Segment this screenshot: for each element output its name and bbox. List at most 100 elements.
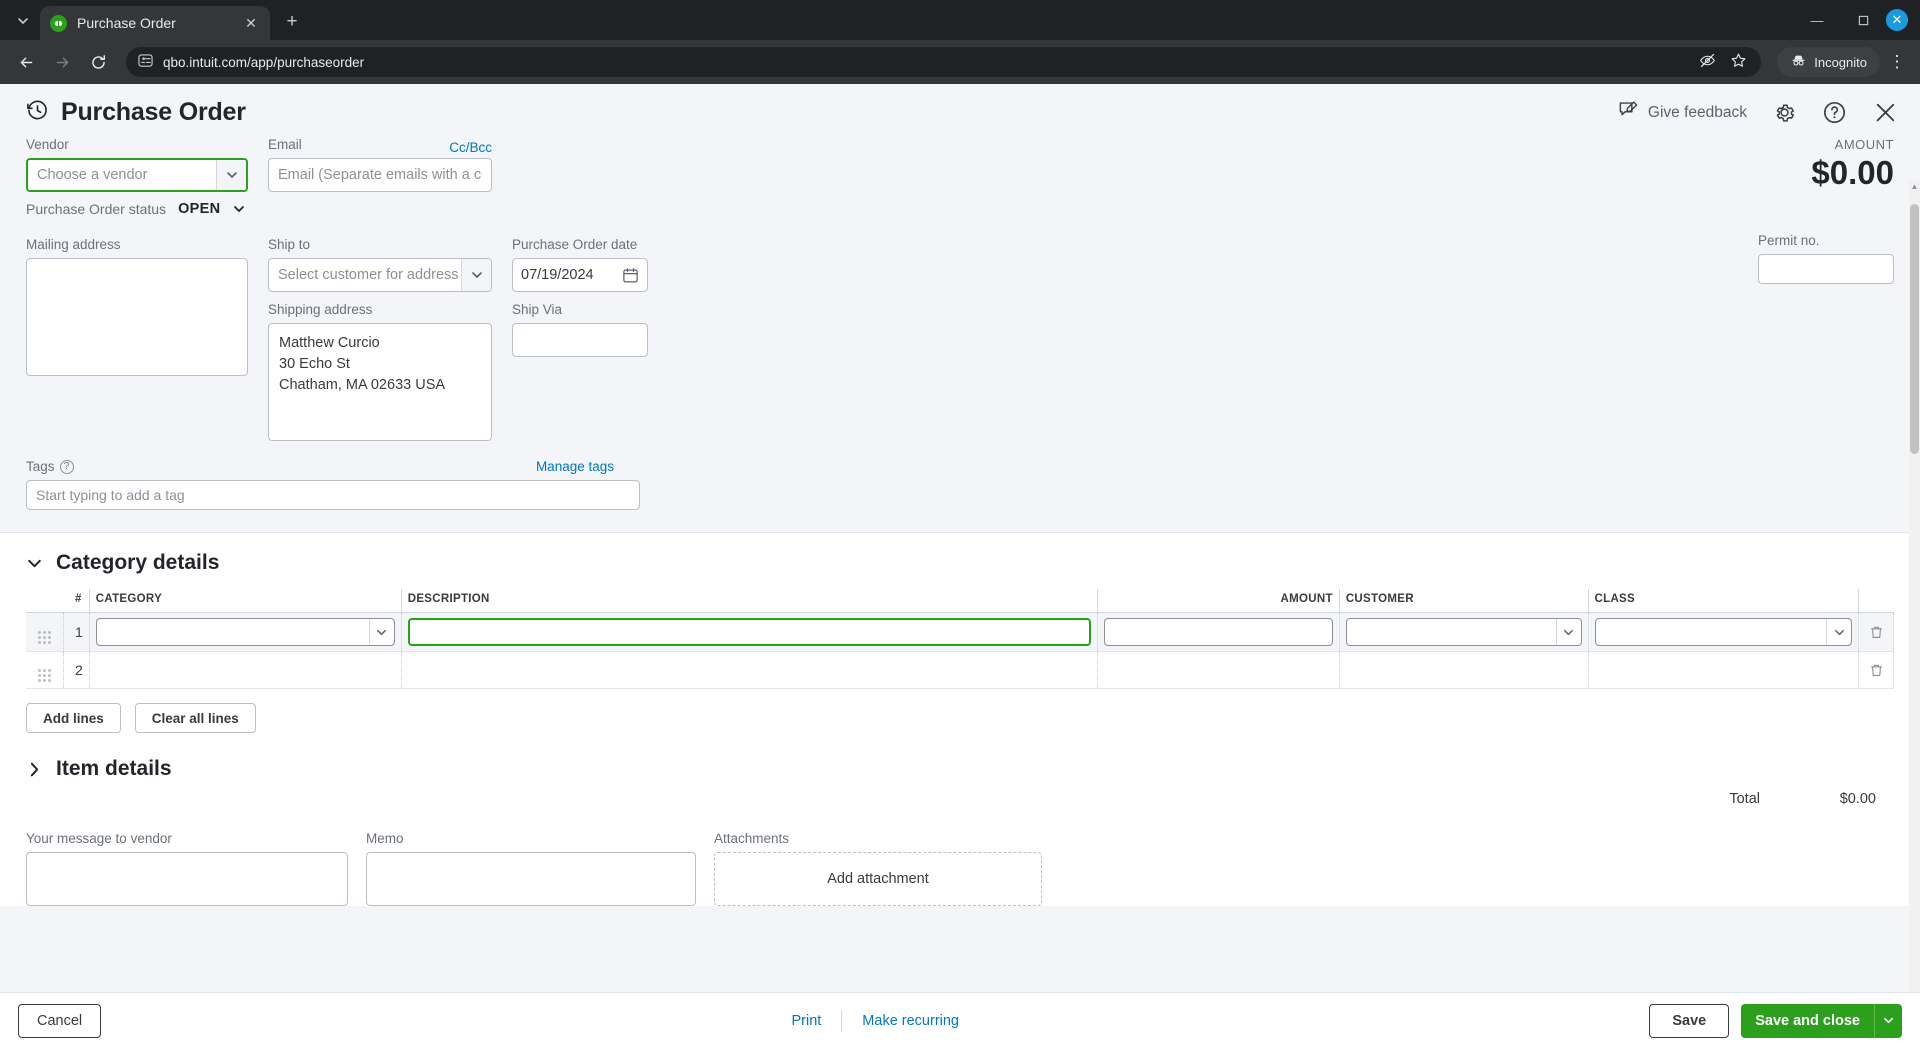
forward-button[interactable]	[46, 46, 78, 78]
col-number: #	[63, 589, 90, 613]
shipping-line-3: Chatham, MA 02633 USA	[279, 377, 446, 394]
amount-block: AMOUNT $0.00	[1811, 137, 1894, 192]
scrollbar-thumb[interactable]	[1910, 204, 1919, 454]
window-close-icon[interactable]: ✕	[1886, 9, 1908, 31]
manage-tags-link[interactable]: Manage tags	[536, 459, 614, 474]
scroll-up-arrow-icon[interactable]: ▲	[1910, 182, 1919, 191]
tags-label: Tags	[26, 459, 55, 474]
table-row[interactable]: 1	[26, 612, 1894, 652]
drag-handle-icon[interactable]	[26, 612, 64, 652]
save-options-chevron-down-icon[interactable]	[1873, 1003, 1902, 1038]
category-details-chevron-down-icon[interactable]	[26, 555, 43, 572]
ship-to-select[interactable]: Select customer for address	[268, 258, 492, 292]
new-tab-button[interactable]: +	[278, 8, 306, 36]
line-actions: Add lines Clear all lines	[26, 689, 1894, 733]
col-actions	[1858, 589, 1894, 613]
category-cell[interactable]	[89, 612, 402, 652]
table-row[interactable]: 2	[26, 651, 1894, 689]
item-details-chevron-right-icon[interactable]	[26, 761, 43, 778]
reload-button[interactable]	[82, 46, 114, 78]
ship-via-input[interactable]	[512, 323, 648, 357]
amount-input[interactable]	[1103, 618, 1333, 646]
close-page-icon[interactable]	[1873, 100, 1898, 125]
class-cell[interactable]	[1588, 612, 1860, 652]
delete-row-cell[interactable]	[1858, 651, 1894, 689]
print-button[interactable]: Print	[771, 1013, 841, 1029]
po-status-chevron-down-icon[interactable]	[232, 202, 246, 216]
vendor-select[interactable]: Choose a vendor	[26, 158, 248, 192]
back-button[interactable]	[10, 46, 42, 78]
browser-menu-icon[interactable]: ⋮	[1884, 47, 1910, 77]
calendar-icon[interactable]	[622, 267, 639, 284]
po-status-value: OPEN	[178, 201, 221, 217]
page-scrollbar[interactable]: ▲	[1909, 180, 1920, 992]
description-input[interactable]	[407, 618, 1091, 646]
add-attachment-dropzone[interactable]: Add attachment	[714, 852, 1042, 906]
tab-close-icon[interactable]: ✕	[242, 14, 260, 32]
save-button[interactable]: Save	[1649, 1003, 1730, 1038]
give-feedback-button[interactable]: Give feedback	[1618, 100, 1747, 126]
category-details-title: Category details	[56, 551, 220, 574]
col-amount: AMOUNT	[1097, 589, 1340, 613]
incognito-indicator[interactable]: Incognito	[1777, 47, 1880, 77]
trash-icon[interactable]	[1865, 663, 1887, 678]
mailing-address-input[interactable]	[26, 258, 248, 376]
chevron-down-icon[interactable]	[1826, 619, 1851, 645]
memo-group: Memo	[366, 831, 696, 906]
add-attachment-link[interactable]: Add attachment	[827, 871, 929, 887]
bottom-fields: Your message to vendor Memo Attachments …	[26, 817, 1894, 906]
site-settings-icon[interactable]	[138, 53, 153, 71]
tab-search-button[interactable]	[6, 6, 40, 36]
shipping-address-input[interactable]: Matthew Curcio 30 Echo St Chatham, MA 02…	[268, 323, 492, 441]
save-and-close-button[interactable]: Save and close	[1741, 1003, 1902, 1038]
email-label: Email	[268, 137, 302, 152]
customer-select[interactable]	[1345, 618, 1582, 646]
tags-input[interactable]: Start typing to add a tag	[26, 480, 640, 510]
attachments-group: Attachments Add attachment	[714, 831, 1042, 906]
category-cell[interactable]	[89, 651, 402, 689]
col-category: CATEGORY	[89, 589, 402, 613]
po-date-input[interactable]: 07/19/2024	[512, 258, 648, 292]
eye-slash-icon[interactable]	[1699, 52, 1716, 72]
message-to-vendor-input[interactable]	[26, 852, 348, 906]
drag-handle-icon[interactable]	[26, 651, 64, 689]
customer-cell[interactable]	[1339, 612, 1589, 652]
delete-row-cell[interactable]	[1858, 612, 1894, 652]
cc-bcc-link[interactable]: Cc/Bcc	[449, 140, 492, 155]
description-cell[interactable]	[401, 651, 1098, 689]
chevron-down-icon[interactable]	[1555, 619, 1581, 645]
chevron-down-icon[interactable]	[216, 160, 246, 190]
customer-cell[interactable]	[1339, 651, 1589, 689]
item-details-title: Item details	[56, 757, 172, 780]
chevron-down-icon[interactable]	[461, 259, 491, 291]
memo-input[interactable]	[366, 852, 696, 906]
make-recurring-button[interactable]: Make recurring	[842, 1013, 979, 1029]
amount-cell[interactable]	[1097, 651, 1340, 689]
bookmark-star-icon[interactable]	[1730, 52, 1747, 72]
class-cell[interactable]	[1588, 651, 1860, 689]
help-icon[interactable]	[1822, 100, 1847, 125]
category-select[interactable]	[95, 618, 395, 646]
po-status-row: Purchase Order status OPEN	[26, 201, 1894, 217]
chevron-down-icon[interactable]	[368, 619, 394, 645]
page-title: Purchase Order	[61, 98, 246, 126]
add-lines-button[interactable]: Add lines	[26, 703, 121, 733]
tags-label-group: Tags ?	[26, 459, 74, 474]
description-cell[interactable]	[401, 612, 1098, 652]
class-value	[1596, 619, 1827, 645]
item-details-section-head[interactable]: Item details	[26, 733, 1894, 787]
cancel-button[interactable]: Cancel	[18, 1003, 102, 1038]
tags-help-icon[interactable]: ?	[59, 459, 74, 474]
email-input[interactable]: Email (Separate emails with a comma)	[268, 158, 492, 192]
browser-tab[interactable]: Purchase Order ✕	[40, 6, 270, 40]
permit-no-input[interactable]	[1758, 254, 1894, 284]
amount-cell[interactable]	[1097, 612, 1340, 652]
trash-icon[interactable]	[1865, 625, 1887, 640]
clock-history-icon[interactable]	[26, 99, 49, 127]
gear-icon[interactable]	[1773, 101, 1796, 124]
address-bar[interactable]: qbo.intuit.com/app/purchaseorder	[126, 47, 1762, 77]
class-select[interactable]	[1594, 618, 1853, 646]
clear-all-lines-button[interactable]: Clear all lines	[134, 703, 256, 733]
minimize-icon[interactable]: —	[1794, 3, 1840, 37]
maximize-icon[interactable]	[1840, 3, 1886, 37]
